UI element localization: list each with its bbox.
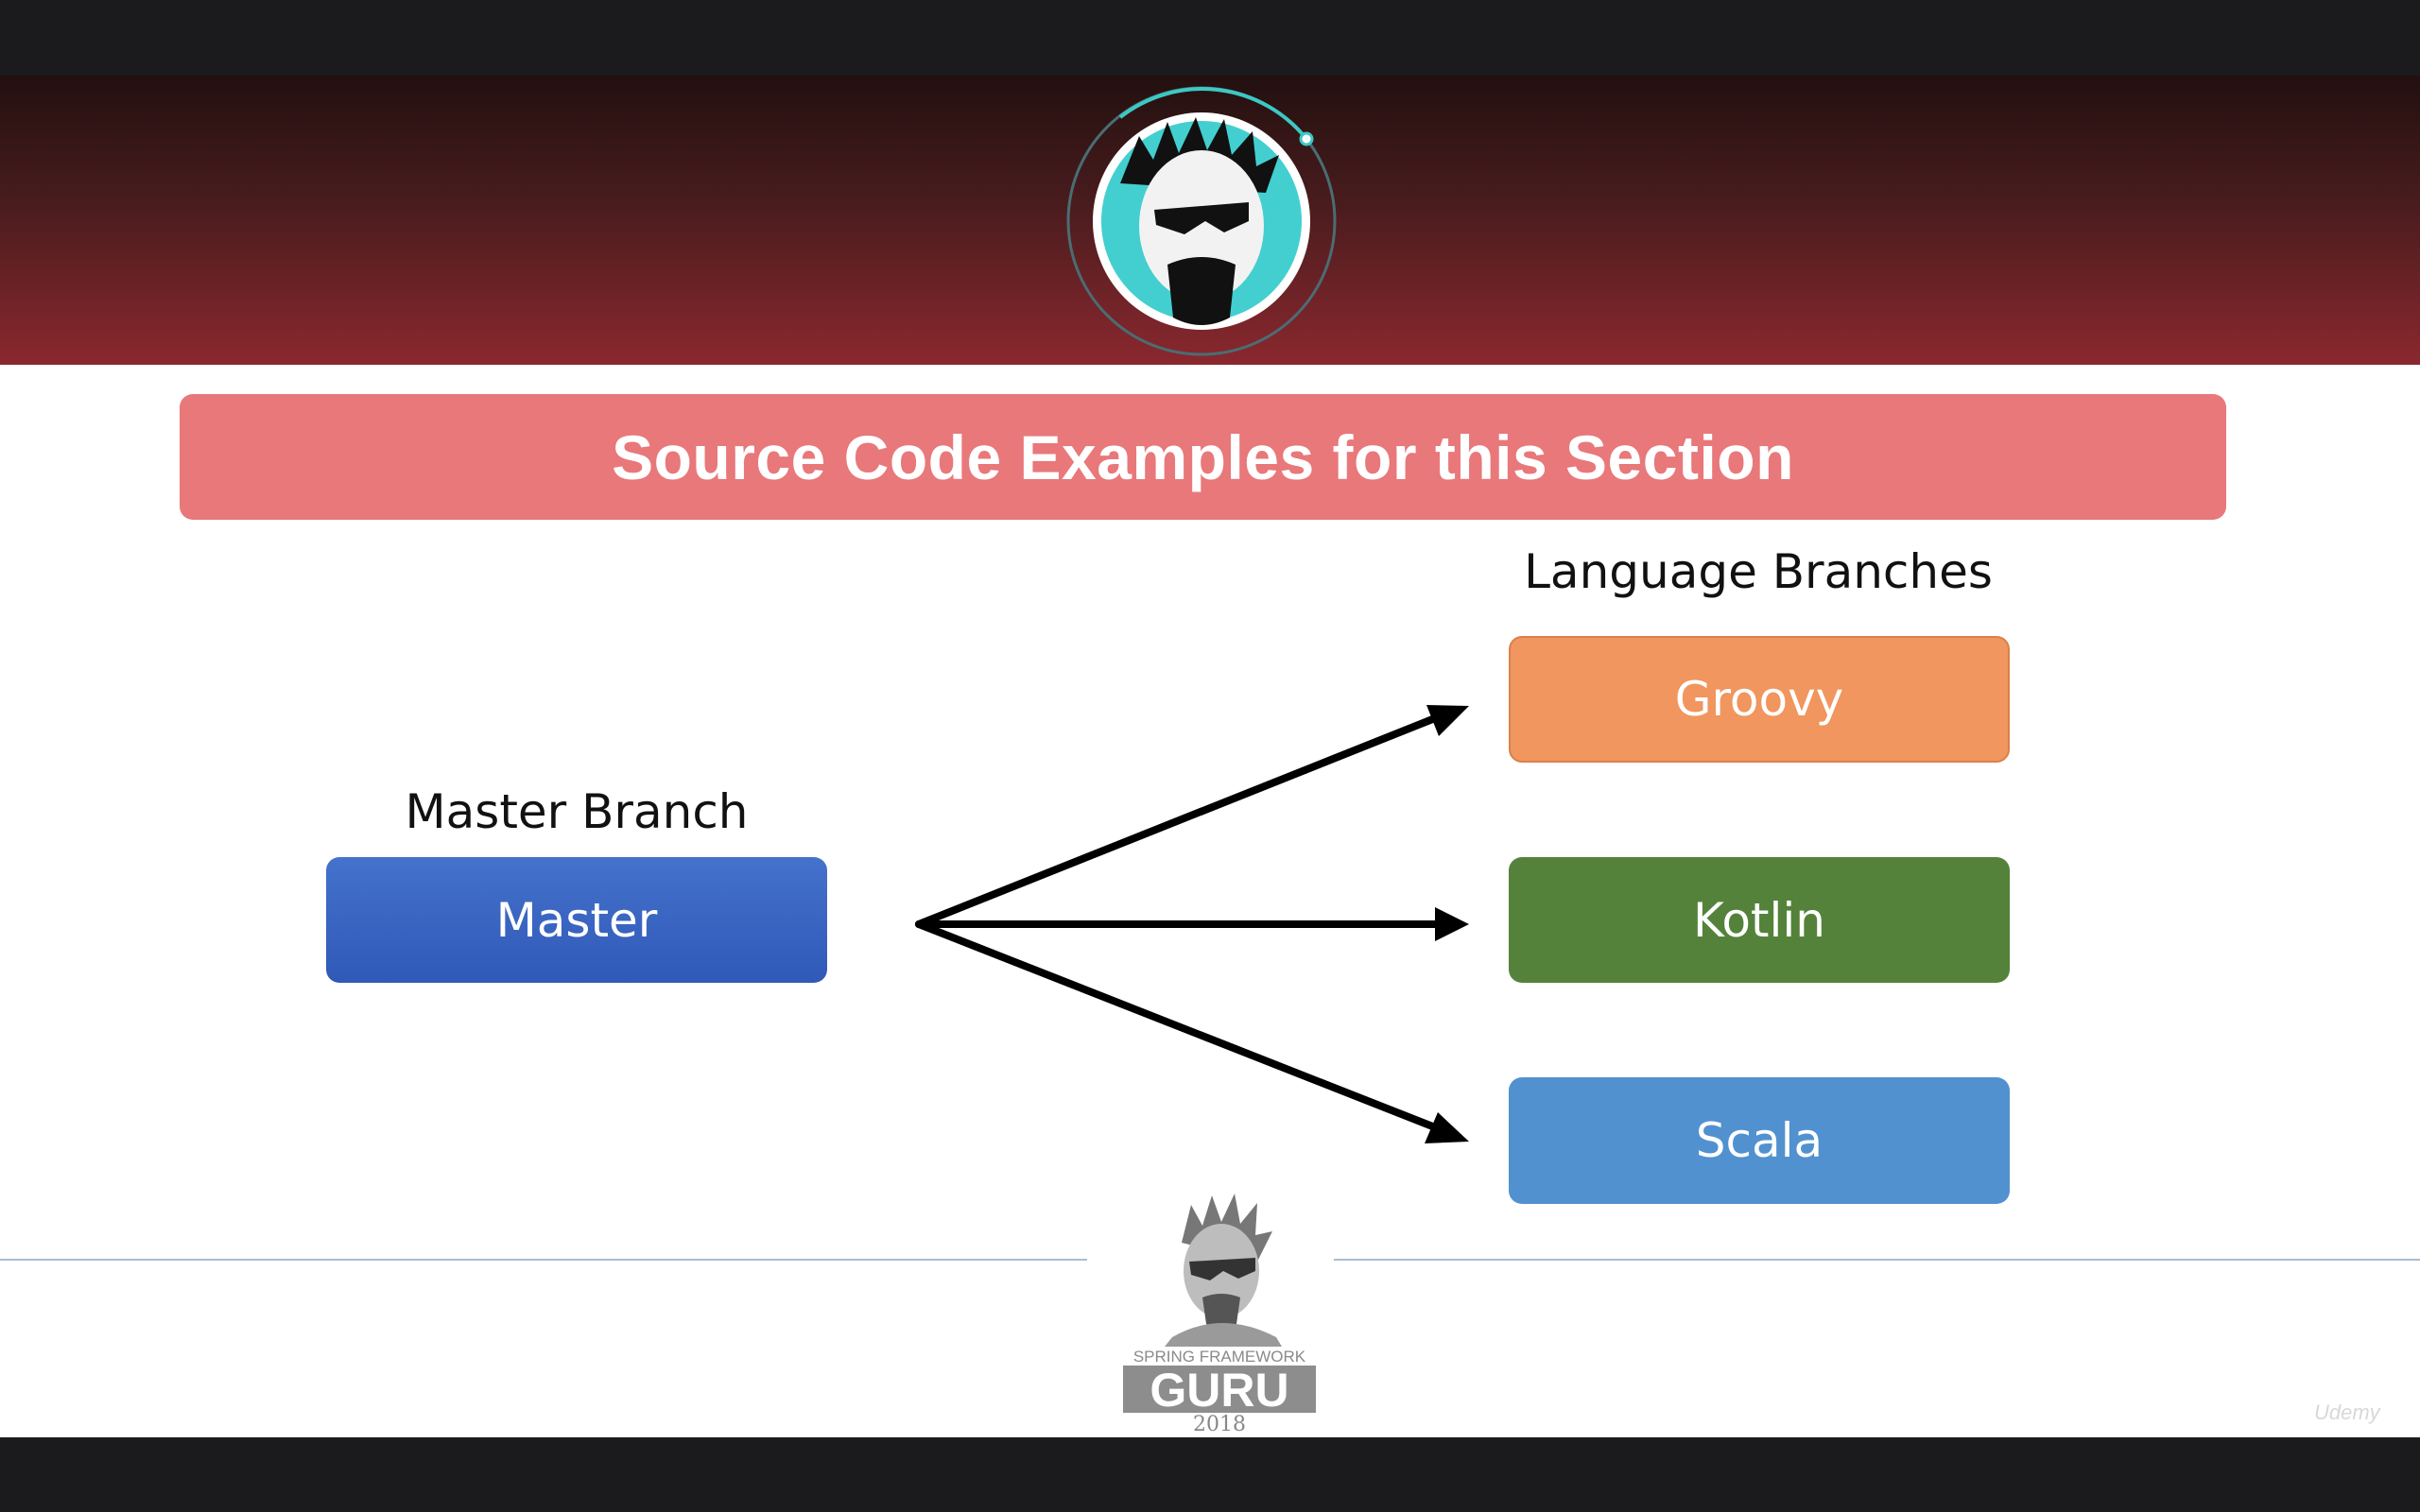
guru-logo-icon: SPRING FRAMEWORK GURU xyxy=(1123,1194,1316,1413)
arrow-to-groovy xyxy=(915,714,1439,928)
arrow-icon xyxy=(1426,705,1469,736)
arrow-icon xyxy=(1425,1112,1469,1143)
top-letterbox xyxy=(0,0,2420,76)
slide: Source Code Examples for this Section La… xyxy=(0,76,2420,1437)
bottom-letterbox xyxy=(0,1437,2420,1512)
arrow-to-scala xyxy=(915,920,1439,1131)
footer-divider-right xyxy=(1334,1259,2420,1261)
footer-divider-left xyxy=(0,1259,1087,1261)
arrow-icon xyxy=(1435,907,1469,941)
guru-logo-title: GURU xyxy=(1150,1364,1288,1413)
udemy-watermark: Udemy xyxy=(2314,1400,2380,1424)
footer-year: 2018 xyxy=(1193,1413,1246,1436)
